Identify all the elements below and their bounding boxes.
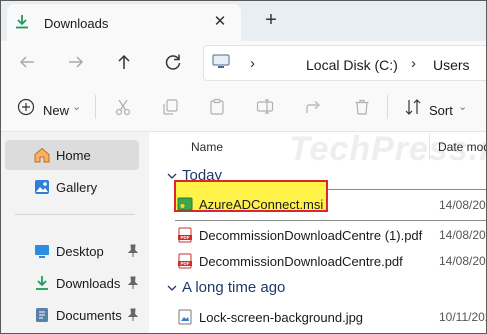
file-list: TechPress.net Name Date modi Today 14/08… (149, 132, 486, 333)
sidebar-item-label: Downloads (56, 276, 121, 291)
pdf-icon: PDF (178, 227, 192, 243)
sidebar-item-label: Gallery (56, 180, 98, 195)
command-toolbar: New ⌄ Sort ⌄ (1, 83, 486, 132)
file-date: 10/11/202 (439, 310, 486, 324)
pin-icon (127, 276, 139, 289)
back-arrow-icon[interactable] (16, 51, 38, 73)
column-header-date-modified[interactable]: Date modi (438, 140, 486, 154)
chevron-down-icon[interactable] (167, 283, 177, 293)
sidebar-item-downloads[interactable]: Downloads (5, 268, 139, 298)
forward-arrow-icon[interactable] (65, 51, 87, 73)
refresh-icon[interactable] (162, 51, 184, 73)
address-bar[interactable]: › Local Disk (C:) › Users (203, 45, 486, 81)
chevron-down-icon: ⌄ (458, 101, 468, 113)
toolbar-divider (387, 95, 388, 119)
group-header-long-time-ago[interactable]: A long time ago (182, 279, 285, 296)
delete-icon[interactable] (353, 98, 371, 116)
sidebar-item-label: Home (56, 148, 91, 163)
pin-icon (127, 308, 139, 321)
breadcrumb-local-disk[interactable]: Local Disk (C:) (306, 57, 398, 73)
breadcrumb-chevron-icon: › (250, 55, 255, 72)
sidebar-item-desktop[interactable]: Desktop (5, 236, 139, 266)
close-tab-button[interactable]: ✕ (211, 13, 229, 31)
plus-circle-icon (17, 98, 35, 116)
image-file-icon (178, 309, 192, 325)
computer-icon (212, 54, 230, 68)
new-label: New (43, 103, 70, 118)
copy-icon[interactable] (161, 98, 179, 116)
gallery-icon (35, 180, 49, 194)
file-name: DecommissionDownloadCentre.pdf (199, 254, 403, 269)
tab-title: Downloads (44, 16, 109, 31)
home-icon (34, 147, 50, 163)
share-icon[interactable] (305, 98, 323, 116)
sidebar-item-home[interactable]: Home (5, 140, 139, 170)
pin-icon (127, 244, 139, 257)
rename-icon[interactable] (256, 98, 274, 116)
svg-text:PDF: PDF (181, 261, 190, 266)
desktop-icon (35, 245, 49, 258)
tab-bar: Downloads ✕ + (1, 1, 486, 41)
file-row-azureadconnect-name[interactable]: AzureADConnect.msi (175, 189, 329, 219)
toolbar-divider (95, 95, 96, 119)
sidebar-divider (15, 214, 135, 215)
file-name: Lock-screen-background.jpg (199, 310, 364, 325)
sort-label: Sort (429, 103, 453, 118)
breadcrumb-users[interactable]: Users (433, 57, 470, 73)
tab-downloads[interactable]: Downloads ✕ (7, 4, 241, 41)
sort-icon (405, 99, 421, 115)
svg-text:PDF: PDF (181, 235, 190, 240)
chevron-down-icon: ⌄ (72, 101, 82, 113)
sidebar-item-label: Desktop (56, 244, 104, 259)
pdf-icon: PDF (178, 253, 192, 269)
msi-icon (177, 197, 193, 211)
navigation-pane: Home Gallery Desktop Downloads Documents (1, 132, 149, 333)
file-date: 14/08/202 (439, 198, 486, 212)
navigation-bar: › Local Disk (C:) › Users (1, 41, 486, 83)
column-header-name[interactable]: Name (191, 140, 223, 154)
documents-icon (36, 308, 48, 322)
sidebar-item-documents[interactable]: Documents (5, 300, 139, 330)
file-date: 14/08/202 (439, 228, 486, 242)
sidebar-item-gallery[interactable]: Gallery (5, 172, 139, 202)
file-row-lock-screen[interactable]: Lock-screen-background.jpg 10/11/202 (175, 302, 486, 332)
new-tab-button[interactable]: + (261, 10, 281, 30)
file-date: 14/08/202 (439, 254, 486, 268)
downloads-icon (36, 276, 48, 290)
cut-icon[interactable] (114, 98, 132, 116)
paste-icon[interactable] (208, 98, 226, 116)
breadcrumb-chevron-icon: › (411, 55, 416, 72)
file-row-decommission[interactable]: PDF DecommissionDownloadCentre.pdf 14/08… (175, 246, 486, 276)
downloads-icon (16, 15, 28, 29)
file-name: AzureADConnect.msi (199, 197, 324, 212)
file-name: DecommissionDownloadCentre (1).pdf (199, 228, 423, 243)
up-arrow-icon[interactable] (113, 51, 135, 73)
sidebar-item-label: Documents (56, 308, 122, 323)
file-explorer-window: Downloads ✕ + › Local Disk (C:) › Users (0, 0, 487, 334)
column-separator (429, 134, 430, 160)
